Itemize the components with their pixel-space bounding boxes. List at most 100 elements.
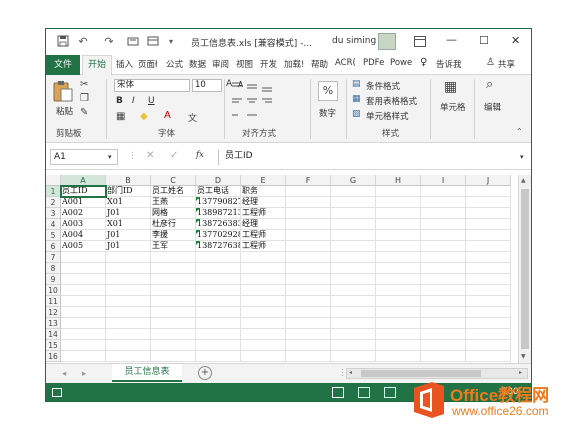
grid-cell[interactable]: 职务	[241, 186, 286, 197]
cancel-icon[interactable]: ✕	[146, 150, 154, 161]
grid-cell[interactable]	[286, 274, 331, 285]
grid-cell[interactable]	[61, 340, 106, 351]
grid-cell[interactable]	[331, 230, 376, 241]
grid-cell[interactable]	[241, 329, 286, 340]
normal-view-icon[interactable]	[332, 387, 344, 398]
tab-insert[interactable]: 插入	[116, 58, 133, 70]
vertical-scrollbar[interactable]: ▲ ▼	[518, 175, 531, 363]
cells-icon[interactable]: ▦	[444, 79, 457, 95]
column-header[interactable]: D	[196, 175, 241, 186]
grid-cell[interactable]	[421, 219, 466, 230]
paste-icon[interactable]	[52, 79, 74, 103]
grid-cell[interactable]	[466, 274, 511, 285]
grid-cell[interactable]	[421, 351, 466, 362]
grid-cell[interactable]	[466, 230, 511, 241]
error-indicator-icon[interactable]	[196, 230, 200, 234]
grid-cell[interactable]	[241, 351, 286, 362]
grid-cell[interactable]	[241, 307, 286, 318]
row-header[interactable]: 15	[46, 340, 61, 351]
grid-cell[interactable]: 网格	[151, 208, 196, 219]
grid-cell[interactable]	[106, 307, 151, 318]
save-icon[interactable]	[56, 35, 70, 49]
grid-cell[interactable]: 杜彦行	[151, 219, 196, 230]
grid-cell[interactable]	[421, 340, 466, 351]
sheet-tab-employee-info[interactable]: 员工信息表	[112, 364, 182, 382]
grid-cell[interactable]	[331, 329, 376, 340]
font-color-icon[interactable]: A	[164, 110, 171, 121]
grid-cell[interactable]	[466, 263, 511, 274]
grid-cell[interactable]: 经理	[241, 197, 286, 208]
grid-cell[interactable]	[286, 285, 331, 296]
grid-cell[interactable]	[61, 274, 106, 285]
grid-cell[interactable]	[286, 307, 331, 318]
grid-cell[interactable]	[376, 285, 421, 296]
grid-cell[interactable]	[421, 230, 466, 241]
grid-cell[interactable]: 13872638373	[196, 219, 241, 230]
column-header[interactable]: A	[61, 175, 106, 186]
grid-cell[interactable]	[331, 197, 376, 208]
tab-acrobat[interactable]: ACR(	[335, 58, 356, 68]
grid-cell[interactable]	[61, 307, 106, 318]
grid-cell[interactable]	[331, 340, 376, 351]
grid-cell[interactable]: 王燕	[151, 197, 196, 208]
next-sheet-icon[interactable]: ▸	[82, 369, 86, 379]
grid-cell[interactable]: A005	[61, 241, 106, 252]
grid-cell[interactable]	[421, 274, 466, 285]
user-avatar[interactable]	[378, 33, 396, 50]
column-header[interactable]: E	[241, 175, 286, 186]
row-header[interactable]: 11	[46, 296, 61, 307]
grid-cell[interactable]	[421, 318, 466, 329]
grid-cell[interactable]: J01	[106, 230, 151, 241]
quick-access-more-icon[interactable]: ▾	[164, 35, 178, 49]
formula-input[interactable]: 员工ID	[218, 149, 526, 165]
minimize-button[interactable]: —	[446, 33, 457, 46]
percent-icon[interactable]: %	[318, 81, 338, 101]
grid-cell[interactable]	[151, 263, 196, 274]
grid-cell[interactable]	[466, 219, 511, 230]
grid-cell[interactable]	[61, 296, 106, 307]
editing-button[interactable]: 编辑	[484, 101, 501, 113]
error-indicator-icon[interactable]	[196, 219, 200, 223]
grid-cell[interactable]	[376, 307, 421, 318]
grid-cell[interactable]	[61, 263, 106, 274]
row-header[interactable]: 6	[46, 241, 61, 252]
grid-cell[interactable]	[241, 340, 286, 351]
underline-button[interactable]: U	[148, 96, 155, 106]
column-header[interactable]: J	[466, 175, 511, 186]
grid-cell[interactable]	[376, 241, 421, 252]
grid-cell[interactable]: 13779082727	[196, 197, 241, 208]
grid-cell[interactable]	[376, 274, 421, 285]
grid-cell[interactable]	[331, 351, 376, 362]
undo-icon[interactable]: ↶	[76, 35, 90, 49]
column-header[interactable]: C	[151, 175, 196, 186]
grid-cell[interactable]	[331, 274, 376, 285]
grid-cell[interactable]	[241, 252, 286, 263]
tab-formulas[interactable]: 公式	[166, 58, 183, 70]
cell-styles-button[interactable]: 单元格样式	[366, 110, 409, 122]
conditional-format-icon[interactable]: ▤	[352, 79, 361, 89]
tab-page-layout[interactable]: 页面ł	[138, 58, 157, 70]
row-header[interactable]: 9	[46, 274, 61, 285]
grid-cell[interactable]	[466, 307, 511, 318]
name-box-dropdown-icon[interactable]: ▾	[108, 153, 112, 161]
grid-cell[interactable]	[466, 285, 511, 296]
macro-record-icon[interactable]	[52, 388, 62, 397]
format-as-table-icon[interactable]: ▦	[352, 94, 361, 104]
grid-cell[interactable]	[61, 351, 106, 362]
insert-function-button[interactable]: fx	[196, 150, 204, 160]
grid-cell[interactable]	[241, 296, 286, 307]
grid-cell[interactable]	[466, 252, 511, 263]
fill-color-icon[interactable]: ◆	[140, 111, 148, 122]
alignment-icons[interactable]	[230, 79, 280, 123]
grid-cell[interactable]	[466, 329, 511, 340]
grid-cell[interactable]	[376, 186, 421, 197]
grid-cell[interactable]	[331, 296, 376, 307]
row-header[interactable]: 16	[46, 351, 61, 362]
tab-file[interactable]: 文件	[46, 55, 80, 75]
grid-cell[interactable]	[151, 318, 196, 329]
grid-cell[interactable]	[421, 307, 466, 318]
tab-data[interactable]: 数据	[189, 58, 206, 70]
grid-cell[interactable]	[106, 340, 151, 351]
grid-cell[interactable]: A002	[61, 208, 106, 219]
grid-cell[interactable]	[466, 208, 511, 219]
